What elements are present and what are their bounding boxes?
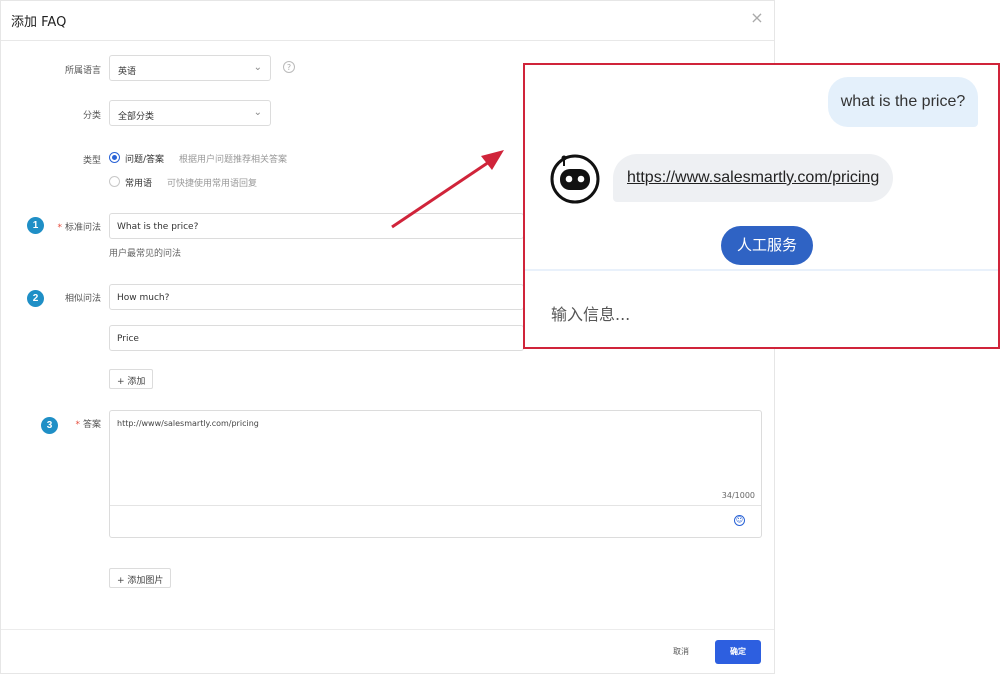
- chat-preview: what is the price? https://www.salesmart…: [523, 63, 1000, 349]
- answer-textarea[interactable]: http://www/salesmartly.com/pricing 34/10…: [109, 410, 762, 538]
- standard-question-label-text: 标准问法: [64, 223, 101, 233]
- category-select[interactable]: 全部分类 ⌄: [109, 100, 271, 126]
- robot-icon: [550, 154, 600, 204]
- standard-question-label: * 标准问法: [1, 220, 101, 233]
- required-mark: *: [57, 223, 62, 233]
- chat-message-input[interactable]: 输入信息...: [551, 301, 630, 325]
- add-similar-button[interactable]: + 添加: [109, 369, 154, 389]
- language-value: 英语: [118, 67, 137, 77]
- answer-label: * 答案: [1, 417, 101, 430]
- emoji-icon[interactable]: ☺: [734, 515, 745, 526]
- chevron-down-icon: ⌄: [253, 107, 262, 118]
- answer-text: http://www/salesmartly.com/pricing: [117, 419, 259, 428]
- similar-question-input[interactable]: Price: [109, 325, 524, 351]
- chat-divider: [525, 269, 998, 271]
- type-radio-phrase[interactable]: [109, 176, 120, 187]
- footer-divider: [1, 629, 774, 630]
- answer-label-text: 答案: [82, 420, 101, 430]
- help-icon[interactable]: ?: [283, 61, 295, 73]
- close-icon[interactable]: ×: [749, 10, 765, 26]
- category-value: 全部分类: [118, 112, 155, 122]
- user-message-bubble: what is the price?: [828, 77, 978, 127]
- type-option-qa-label: 问题/答案: [125, 155, 165, 165]
- confirm-button[interactable]: 确定: [715, 640, 761, 664]
- type-label: 类型: [82, 156, 101, 166]
- dialog-title: 添加 FAQ: [11, 15, 67, 30]
- similar-question-input[interactable]: How much?: [109, 284, 524, 310]
- textarea-divider: [110, 505, 761, 506]
- annotation-arrow: [391, 150, 504, 229]
- required-mark: *: [75, 420, 80, 430]
- bot-message-link[interactable]: https://www.salesmartly.com/pricing: [613, 154, 893, 202]
- language-select[interactable]: 英语 ⌄: [109, 55, 271, 81]
- answer-char-counter: 34/1000: [721, 491, 755, 500]
- human-service-button[interactable]: 人工服务: [721, 226, 813, 265]
- type-radio-qa[interactable]: [109, 152, 120, 163]
- type-option-phrase-desc: 可快捷使用常用语回复: [167, 179, 258, 189]
- type-option-qa-desc: 根据用户问题推荐相关答案: [179, 155, 288, 165]
- chevron-down-icon: ⌄: [253, 62, 262, 73]
- category-label: 分类: [82, 111, 101, 121]
- standard-question-hint: 用户最常见的问法: [109, 249, 182, 259]
- similar-questions-label: 相似问法: [64, 294, 101, 304]
- language-label: 所属语言: [64, 66, 101, 76]
- dialog-header: 添加 FAQ ×: [1, 1, 774, 41]
- add-image-button[interactable]: + 添加图片: [109, 568, 172, 588]
- cancel-button[interactable]: 取消: [673, 646, 689, 657]
- type-option-phrase-label: 常用语: [125, 179, 153, 189]
